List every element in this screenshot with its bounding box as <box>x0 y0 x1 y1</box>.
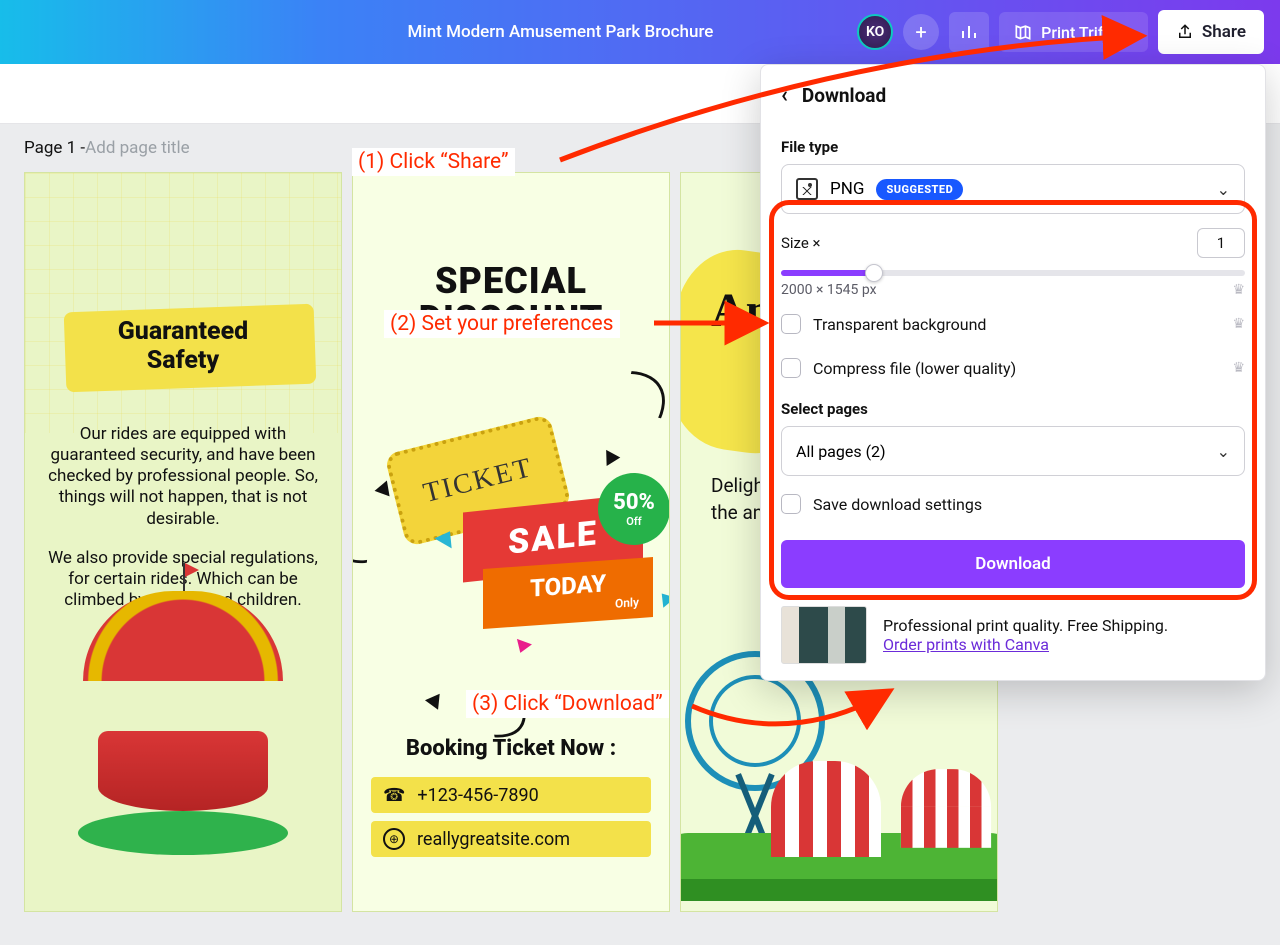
compress-label: Compress file (lower quality) <box>813 359 1220 378</box>
special-discount-heading: SPECIALDISCOUNT <box>353 263 669 339</box>
page-number: Page 1 - <box>24 138 85 158</box>
carousel-illustration <box>78 681 288 855</box>
file-type-value: PNG <box>830 179 864 199</box>
save-settings-label: Save download settings <box>813 495 982 514</box>
compress-checkbox[interactable] <box>781 358 801 378</box>
page-title-hint[interactable]: Add page title <box>85 138 189 158</box>
add-member-button[interactable]: + <box>903 14 939 50</box>
share-label: Share <box>1202 22 1246 42</box>
file-type-select[interactable]: PNG SUGGESTED ⌄ <box>781 164 1245 214</box>
promo-text: Professional print quality. Free Shippin… <box>883 616 1168 635</box>
website-row: ⊕ reallygreatsite.com <box>371 821 651 857</box>
print-trifolds-button[interactable]: Print Trifolds <box>999 12 1148 52</box>
chevron-down-icon: ⌄ <box>1217 442 1230 461</box>
tent-illustration <box>771 761 881 851</box>
print-trifolds-label: Print Trifolds <box>1041 23 1134 42</box>
select-pages-label: Select pages <box>781 400 1245 418</box>
size-label: Size × <box>781 234 821 252</box>
transparent-label: Transparent background <box>813 315 1220 334</box>
suggested-badge: SUGGESTED <box>876 179 963 200</box>
document-title[interactable]: Mint Modern Amusement Park Brochure <box>408 22 714 42</box>
brochure-panel-1[interactable]: GuaranteedSafety Our rides are equipped … <box>24 172 342 912</box>
size-slider[interactable] <box>781 270 1245 276</box>
image-icon <box>796 178 818 200</box>
select-pages-value: All pages (2) <box>796 442 886 461</box>
print-promo: Professional print quality. Free Shippin… <box>781 606 1245 664</box>
phone-icon: ☎ <box>383 785 405 806</box>
dimensions-text: 2000 × 1545 px <box>781 282 877 298</box>
pro-crown-icon: ♛ <box>1232 282 1245 298</box>
analytics-icon[interactable] <box>949 12 989 52</box>
download-button[interactable]: Download <box>781 540 1245 588</box>
discount-badge: 50%Off <box>598 473 670 545</box>
transparent-checkbox[interactable] <box>781 314 801 334</box>
share-button[interactable]: Share <box>1158 10 1264 54</box>
select-pages-dropdown[interactable]: All pages (2) ⌄ <box>781 426 1245 476</box>
tent-illustration <box>901 769 991 843</box>
download-title: Download <box>802 84 886 107</box>
confetti-icon <box>510 639 532 663</box>
pro-crown-icon: ♛ <box>1232 360 1245 376</box>
file-type-label: File type <box>781 138 1245 156</box>
website-text: reallygreatsite.com <box>417 829 570 850</box>
back-chevron-icon[interactable]: ‹ <box>781 83 788 108</box>
save-settings-checkbox[interactable] <box>781 494 801 514</box>
confetti-icon <box>650 582 670 608</box>
topbar-right-group: KO + Print Trifolds Share <box>857 10 1264 54</box>
download-panel: ‹ Download File type PNG SUGGESTED ⌄ Siz… <box>760 64 1266 681</box>
grid-decoration <box>25 173 341 433</box>
today-banner: TODAYOnly <box>483 557 653 629</box>
size-multiplier-input[interactable]: 1 <box>1197 228 1245 258</box>
pro-crown-icon: ♛ <box>1232 316 1245 332</box>
app-topbar: Mint Modern Amusement Park Brochure KO +… <box>0 0 1280 64</box>
order-prints-link[interactable]: Order prints with Canva <box>883 635 1049 654</box>
booking-heading: Booking Ticket Now : <box>353 736 669 761</box>
globe-icon: ⊕ <box>383 828 405 850</box>
phone-row: ☎ +123-456-7890 <box>371 777 651 813</box>
download-header: ‹ Download <box>761 65 1265 122</box>
phone-text: +123-456-7890 <box>417 785 538 806</box>
chevron-down-icon: ⌄ <box>1217 180 1230 199</box>
brochure-panel-2[interactable]: SPECIALDISCOUNT TICKET SALE TODAYOnly 50… <box>352 172 670 912</box>
avatar[interactable]: KO <box>857 14 893 50</box>
safety-heading: GuaranteedSafety <box>25 318 341 376</box>
promo-thumbnail <box>781 606 867 664</box>
